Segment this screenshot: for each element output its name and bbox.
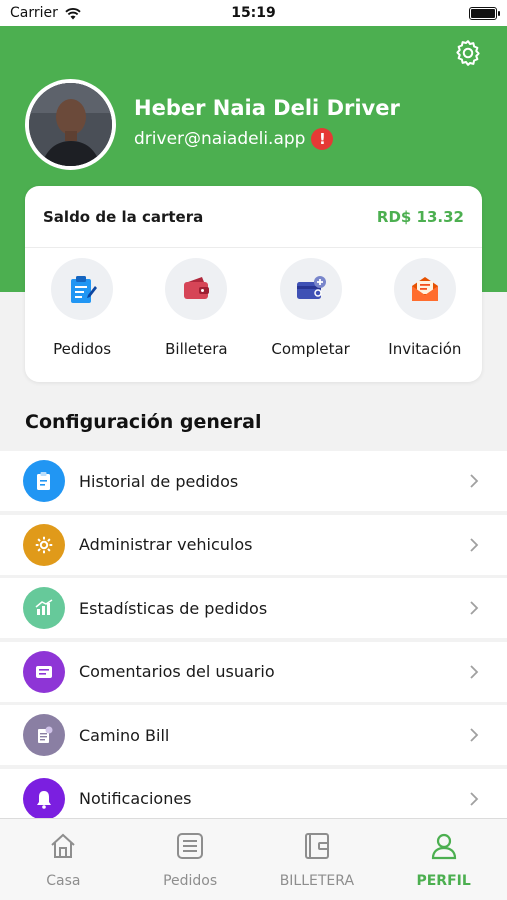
action-label: Billetera bbox=[165, 340, 228, 358]
chevron-right-icon bbox=[470, 728, 479, 742]
unverified-warning-icon[interactable]: ! bbox=[311, 128, 334, 150]
tab-label: Pedidos bbox=[163, 873, 218, 889]
wifi-icon bbox=[65, 7, 81, 19]
wallet-icon bbox=[184, 277, 210, 299]
action-label: Pedidos bbox=[53, 340, 112, 358]
profile-email: driver@naiadeli.app bbox=[134, 129, 306, 149]
clipboard-icon bbox=[71, 276, 98, 303]
tab-bar: Casa Pedidos BILLETERA PERFIL bbox=[0, 818, 507, 900]
chevron-right-icon bbox=[470, 601, 479, 615]
tab-label: Casa bbox=[46, 873, 81, 889]
envelope-icon bbox=[411, 277, 438, 301]
tab-label: BILLETERA bbox=[279, 873, 355, 889]
action-label: Completar bbox=[271, 340, 350, 358]
avatar[interactable] bbox=[25, 79, 116, 170]
balance-label: Saldo de la cartera bbox=[43, 207, 204, 226]
chevron-right-icon bbox=[470, 791, 479, 806]
battery-icon bbox=[469, 6, 500, 20]
list-icon bbox=[177, 833, 204, 859]
action-completar[interactable]: Completar bbox=[258, 258, 363, 358]
tab-label: PERFIL bbox=[416, 873, 471, 889]
tab-perfil[interactable]: PERFIL bbox=[380, 819, 507, 900]
menu-item-manage-vehicles[interactable]: Administrar vehiculos bbox=[0, 514, 507, 575]
action-pedidos[interactable]: Pedidos bbox=[30, 258, 135, 358]
bill-icon bbox=[23, 714, 65, 756]
order-history-icon bbox=[23, 460, 65, 502]
tab-casa[interactable]: Casa bbox=[0, 819, 127, 900]
profile-name: Heber Naia Deli Driver bbox=[134, 96, 400, 120]
carrier-label: Carrier bbox=[10, 5, 58, 21]
section-title: Configuración general bbox=[25, 411, 262, 433]
tab-pedidos[interactable]: Pedidos bbox=[127, 819, 254, 900]
gear-icon bbox=[23, 523, 65, 566]
menu-label: Comentarios del usuario bbox=[79, 662, 275, 681]
wallet-card: Saldo de la cartera RD$ 13.32 Pedidos Bi… bbox=[25, 186, 482, 382]
chevron-right-icon bbox=[470, 537, 479, 552]
profile-email-row: driver@naiadeli.app ! bbox=[134, 128, 334, 150]
menu-item-user-comments[interactable]: Comentarios del usuario bbox=[0, 641, 507, 702]
card-add-icon bbox=[296, 276, 326, 299]
menu-label: Historial de pedidos bbox=[79, 471, 239, 491]
chevron-right-icon bbox=[470, 474, 479, 488]
action-label: Invitación bbox=[388, 340, 462, 358]
settings-menu: Historial de pedidos Administrar vehicul… bbox=[0, 451, 507, 832]
chevron-right-icon bbox=[470, 664, 479, 679]
menu-item-camino-bill[interactable]: Camino Bill bbox=[0, 705, 507, 765]
wallet-outline-icon bbox=[304, 833, 329, 859]
menu-item-order-stats[interactable]: Estadísticas de pedidos bbox=[0, 578, 507, 638]
menu-label: Estadísticas de pedidos bbox=[79, 598, 268, 618]
bell-icon bbox=[23, 777, 65, 820]
menu-label: Notificaciones bbox=[79, 789, 192, 808]
gear-icon bbox=[456, 40, 480, 66]
menu-item-order-history[interactable]: Historial de pedidos bbox=[0, 451, 507, 511]
menu-label: Camino Bill bbox=[79, 725, 170, 745]
balance-value: RD$ 13.32 bbox=[376, 207, 464, 226]
action-invitacion[interactable]: Invitación bbox=[372, 258, 477, 358]
wallet-balance-row[interactable]: Saldo de la cartera RD$ 13.32 bbox=[25, 186, 482, 248]
status-bar: Carrier 15:19 bbox=[0, 0, 507, 26]
chart-icon bbox=[23, 587, 65, 629]
action-billetera[interactable]: Billetera bbox=[144, 258, 249, 358]
home-icon bbox=[51, 833, 76, 858]
settings-button[interactable] bbox=[451, 36, 485, 70]
person-icon bbox=[431, 833, 456, 860]
tab-billetera[interactable]: BILLETERA bbox=[254, 819, 381, 900]
comment-icon bbox=[23, 650, 65, 693]
menu-label: Administrar vehiculos bbox=[79, 535, 253, 554]
